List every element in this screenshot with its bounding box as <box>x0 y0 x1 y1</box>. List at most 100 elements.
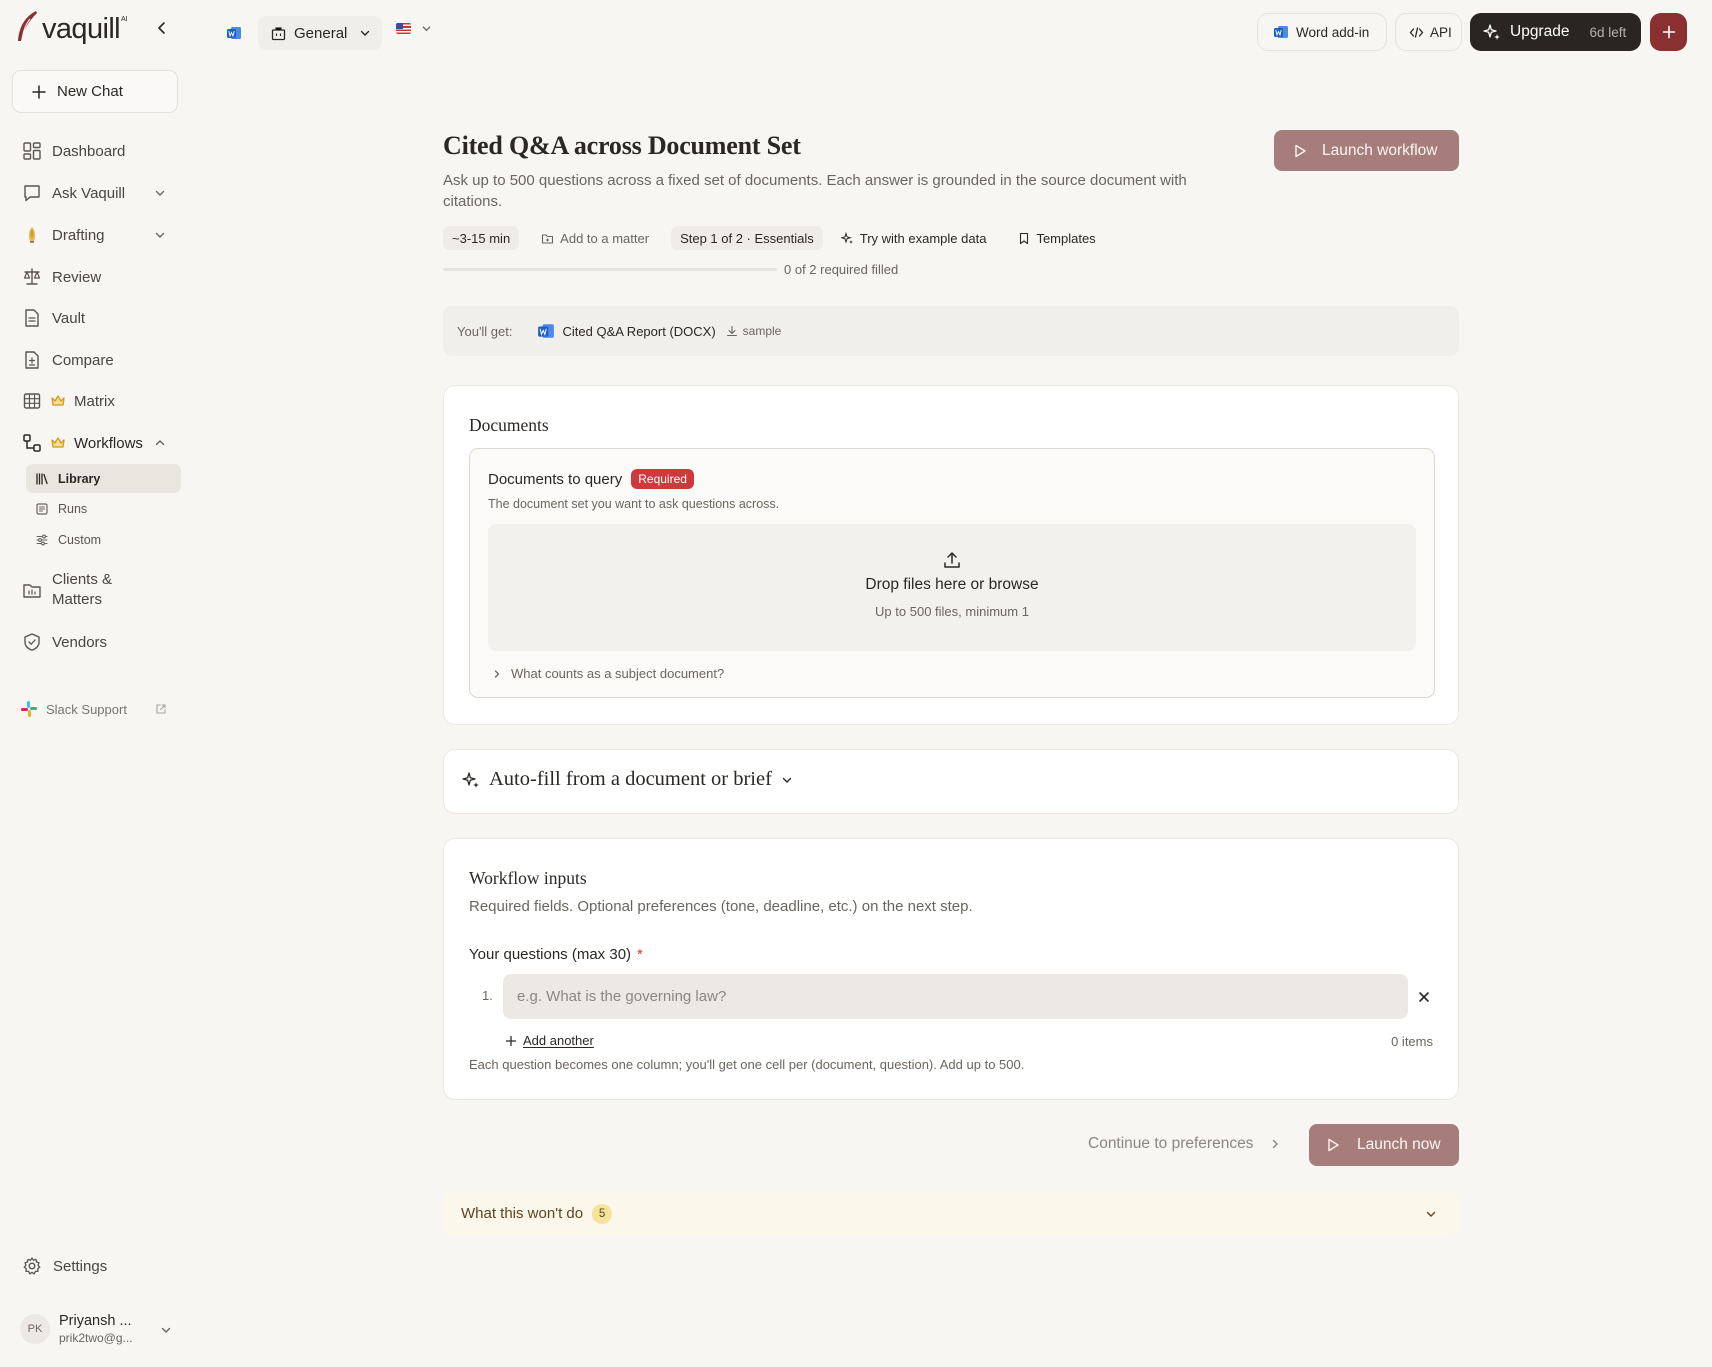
required-asterisk: * <box>637 946 643 963</box>
plus-icon <box>1662 25 1675 39</box>
user-menu[interactable]: PK Priyansh ... prik2two@g... <box>20 1306 171 1352</box>
code-icon <box>1409 26 1424 38</box>
slack-icon <box>21 701 37 717</box>
slack-support-link[interactable]: Slack Support <box>20 700 167 718</box>
sidebar-subitem-label: Library <box>58 471 101 486</box>
page-title: Cited Q&A across Document Set <box>443 131 801 160</box>
question-number: 1. <box>482 988 493 1003</box>
upgrade-button[interactable]: Upgrade 6d left <box>1470 13 1641 51</box>
templates-label: Templates <box>1036 230 1096 246</box>
building-icon <box>271 26 286 40</box>
sidebar-subitem-label: Runs <box>58 501 88 516</box>
chevron-up-icon <box>155 440 165 446</box>
continue-label: Continue to preferences <box>1088 1135 1254 1152</box>
settings-label: Settings <box>53 1257 108 1275</box>
new-chat-label: New Chat <box>57 83 123 100</box>
settings-button[interactable]: Settings <box>22 1256 107 1276</box>
sidebar-subitem-runs[interactable]: Runs <box>26 494 181 523</box>
limitations-accordion[interactable]: What this won't do 5 <box>443 1192 1459 1235</box>
sidebar-item-dashboard[interactable]: Dashboard <box>12 134 180 168</box>
step-badge: Step 1 of 2 · Essentials <box>671 226 823 250</box>
sidebar-item-review[interactable]: Review <box>12 260 180 294</box>
limitations-label: What this won't do <box>461 1205 584 1222</box>
sidebar-subitem-custom[interactable]: Custom <box>26 525 181 554</box>
sidebar-item-label: Review <box>52 268 102 286</box>
new-chat-button[interactable]: New Chat <box>12 70 178 113</box>
sidebar-subitem-label: Custom <box>58 532 102 547</box>
add-button[interactable] <box>1650 13 1687 51</box>
sparkles-icon <box>1483 24 1500 40</box>
download-sample-button[interactable]: sample <box>726 324 781 338</box>
quill-logo-icon <box>18 11 37 41</box>
limitations-count-badge: 5 <box>592 1203 613 1224</box>
continue-to-preferences-button[interactable]: Continue to preferences <box>1088 1135 1281 1153</box>
templates-button[interactable]: Templates <box>1018 230 1096 246</box>
sidebar-item-drafting[interactable]: Drafting <box>12 218 180 252</box>
autofill-header: Auto-fill from a document or brief <box>462 768 793 791</box>
sidebar-item-matrix[interactable]: Matrix <box>12 384 180 418</box>
compare-icon <box>25 351 39 369</box>
add-to-matter-button[interactable]: Add to a matter <box>541 231 649 246</box>
plus-icon <box>505 1035 517 1046</box>
sidebar-item-label: Drafting <box>52 226 105 244</box>
avatar: PK <box>20 1314 50 1344</box>
sidebar-item-clients-matters[interactable]: Clients & Matters <box>12 566 180 614</box>
launch-now-button[interactable]: Launch now <box>1309 1124 1459 1166</box>
dashboard-icon <box>23 142 41 160</box>
chat-icon <box>24 185 40 202</box>
sidebar-item-vendors[interactable]: Vendors <box>12 625 180 659</box>
folder-icon <box>23 584 41 598</box>
progress-text: 0 of 2 required filled <box>784 262 899 277</box>
file-dropzone[interactable]: Drop files here or browse Up to 500 file… <box>488 524 1416 651</box>
documents-card: Documents Documents to query Required Th… <box>443 385 1459 725</box>
brand-suffix: AI <box>121 16 128 23</box>
questions-hint: Each question becomes one column; you'll… <box>469 1057 1025 1072</box>
remove-question-button[interactable] <box>1417 990 1431 1004</box>
try-example-label: Try with example data <box>859 230 987 246</box>
collapse-sidebar-button[interactable] <box>154 20 170 36</box>
word-addin-button[interactable]: Word add-in <box>1257 13 1387 51</box>
upload-icon <box>944 552 960 568</box>
sidebar-subitem-library[interactable]: Library <box>26 464 181 493</box>
add-another-button[interactable]: Add another <box>505 1033 594 1048</box>
word-app-button[interactable] <box>226 25 242 41</box>
workspace-select[interactable]: General <box>258 16 382 50</box>
sidebar: vaquill AI New Chat Dashboard Ask Vaquil… <box>0 0 192 1367</box>
chevron-down-icon <box>1426 1211 1436 1217</box>
sidebar-item-label: Compare <box>52 351 114 369</box>
page-description: Ask up to 500 questions across a fixed s… <box>443 172 1187 210</box>
chevron-left-icon <box>158 22 165 34</box>
sidebar-item-ask-vaquill[interactable]: Ask Vaquill <box>12 176 180 210</box>
brand-name: vaquill <box>42 13 121 45</box>
library-icon <box>36 472 48 485</box>
api-button[interactable]: API <box>1395 13 1462 51</box>
question-input[interactable] <box>503 974 1408 1019</box>
word-icon <box>1274 26 1288 38</box>
sidebar-item-workflows[interactable]: Workflows <box>12 426 180 460</box>
chevron-down-icon <box>155 190 165 196</box>
sidebar-item-compare[interactable]: Compare <box>12 343 180 377</box>
bookmark-icon <box>1020 232 1029 244</box>
download-icon <box>726 325 737 337</box>
autofill-card[interactable]: Auto-fill from a document or brief <box>443 749 1459 814</box>
external-link-icon <box>156 704 166 714</box>
documents-field-name: Documents to query <box>488 470 623 488</box>
item-count: 0 items <box>1391 1034 1433 1049</box>
region-select[interactable] <box>396 23 432 34</box>
try-example-button[interactable]: Try with example data <box>840 230 987 246</box>
subject-document-help-label: What counts as a subject document? <box>511 666 725 681</box>
word-addin-label: Word add-in <box>1296 24 1370 40</box>
plus-icon <box>32 84 46 99</box>
sliders-icon <box>36 534 48 545</box>
grid-icon <box>23 393 41 409</box>
launch-workflow-button[interactable]: Launch workflow <box>1274 130 1459 171</box>
duration-badge: ~3-15 min <box>443 226 520 250</box>
documents-field-description: The document set you want to ask questio… <box>488 497 780 511</box>
sparkles-icon <box>462 771 479 788</box>
subject-document-help[interactable]: What counts as a subject document? <box>492 666 724 681</box>
runs-icon <box>36 502 48 515</box>
add-to-matter-label: Add to a matter <box>560 230 650 246</box>
vaquill-logo[interactable]: vaquill AI <box>16 10 128 44</box>
workflow-inputs-title: Workflow inputs <box>469 868 587 888</box>
sidebar-item-vault[interactable]: Vault <box>12 301 180 335</box>
